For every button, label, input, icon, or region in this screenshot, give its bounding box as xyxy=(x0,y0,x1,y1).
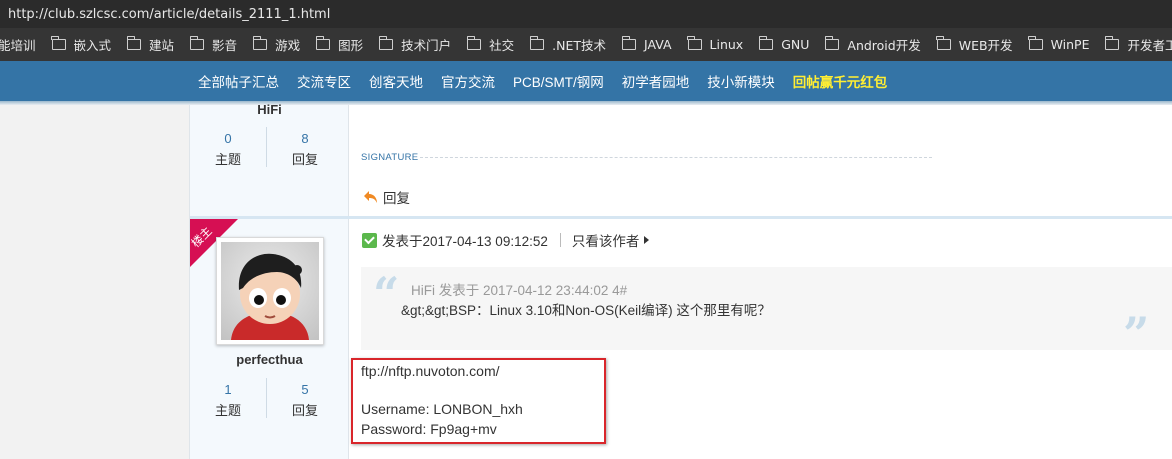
folder-icon xyxy=(1105,36,1120,50)
folder-icon xyxy=(51,36,66,50)
bookmark-label: 图形 xyxy=(338,38,364,53)
folder-icon xyxy=(936,36,951,50)
url-text[interactable]: http://club.szlcsc.com/article/details_2… xyxy=(8,7,330,22)
bookmark-label: 社交 xyxy=(489,38,515,53)
site-nav: 全部帖子汇总 交流专区 创客天地 官方交流 PCB/SMT/钢网 初学者园地 技小新模块 回帖… xyxy=(0,61,1172,101)
prev-replies-count: 8 xyxy=(301,131,309,146)
avatar[interactable] xyxy=(216,237,324,345)
bookmark-item[interactable]: Linux xyxy=(687,36,744,52)
reply-arrow-icon xyxy=(364,191,377,203)
quote-meta[interactable]: HiFi 发表于 2017-04-12 23:44:02 4# xyxy=(411,279,627,299)
reply-button[interactable]: 回复 xyxy=(363,187,410,207)
header-divider xyxy=(559,233,561,247)
folder-icon xyxy=(126,36,142,50)
only-author-link[interactable]: 只看该作者 xyxy=(572,230,640,250)
bookmark-item[interactable]: GNU xyxy=(758,36,810,52)
post-status-icon xyxy=(362,232,377,248)
quote-close-icon: ” xyxy=(1123,307,1150,361)
folder-icon xyxy=(466,36,482,50)
nav-item[interactable]: 回帖赢千元红包 xyxy=(793,71,888,91)
bookmark-label: Linux xyxy=(709,37,744,52)
bookmark-label: WinPE xyxy=(1050,37,1090,52)
quote-block: “ HiFi 发表于 2017-04-12 23:44:02 4# &gt;&g… xyxy=(361,267,1172,357)
bookmark-label: 影音 xyxy=(212,38,238,53)
prev-topics-label: 主题 xyxy=(214,152,241,167)
bookmark-item[interactable]: WEB开发 xyxy=(936,35,1013,54)
bookmark-label: Android开发 xyxy=(847,38,921,53)
folder-icon xyxy=(621,36,636,50)
nav-item[interactable]: 初学者园地 xyxy=(622,71,690,91)
post-separator xyxy=(190,216,1172,219)
bookmark-label: GNU xyxy=(781,37,810,52)
prev-author-name[interactable]: HiFi xyxy=(190,102,349,117)
bookmark-item[interactable]: 建站 xyxy=(126,35,175,54)
bookmark-label: 开发者工具 xyxy=(1127,38,1172,53)
bookmark-item[interactable]: 技术门户 xyxy=(378,35,452,54)
prev-topics-stat[interactable]: 0 主题 xyxy=(190,131,266,168)
bookmark-label: .NET技术 xyxy=(552,38,606,53)
post-header: 发表于2017-04-13 09:12:52 只看该作者 xyxy=(362,230,650,250)
author-name[interactable]: perfecthua xyxy=(190,352,349,367)
bookmark-item[interactable]: WinPE xyxy=(1028,36,1090,52)
nav-item[interactable]: 技小新模块 xyxy=(707,71,775,91)
highlight-annotation xyxy=(351,358,606,444)
bookmark-label: WEB开发 xyxy=(958,38,1013,53)
bookmark-label: 技术门户 xyxy=(401,38,452,53)
address-bar[interactable]: http://club.szlcsc.com/article/details_2… xyxy=(0,0,1172,28)
replies-stat[interactable]: 5 回复 xyxy=(267,382,343,419)
folder-icon xyxy=(824,36,840,50)
bookmark-label: 建站 xyxy=(149,38,175,53)
nav-item[interactable]: 官方交流 xyxy=(441,71,495,91)
bookmark-item[interactable]: 游戏 xyxy=(252,35,301,54)
replies-label: 回复 xyxy=(291,403,318,418)
signature-divider xyxy=(420,157,932,158)
bookmark-label: 嵌入式 xyxy=(73,38,112,53)
bookmark-item[interactable]: Android开发 xyxy=(824,35,921,54)
bookmark-item[interactable]: 社交 xyxy=(466,35,515,54)
bookmark-item[interactable]: 能培训 xyxy=(0,35,36,54)
folder-icon xyxy=(252,36,268,50)
bookmark-item[interactable]: 影音 xyxy=(189,35,238,54)
folder-icon xyxy=(315,36,331,50)
reply-label: 回复 xyxy=(383,191,410,206)
bookmark-item[interactable]: 开发者工具 xyxy=(1105,35,1172,54)
bookmark-label: JAVA xyxy=(643,37,672,52)
folder-icon xyxy=(1028,36,1043,50)
folder-icon xyxy=(378,36,394,50)
triangle-right-icon xyxy=(644,236,650,244)
folder-icon xyxy=(758,36,774,50)
nav-item[interactable]: 创客天地 xyxy=(369,71,423,91)
folder-icon xyxy=(189,36,205,50)
signature-label: SIGNATURE xyxy=(361,152,419,163)
bookmark-item[interactable]: JAVA xyxy=(621,36,672,52)
quote-text: &gt;&gt;BSP：Linux 3.10和Non-OS(Keil编译) 这个… xyxy=(401,303,771,318)
topics-label: 主题 xyxy=(214,403,241,418)
left-gutter xyxy=(0,105,190,459)
topics-stat[interactable]: 1 主题 xyxy=(190,382,266,419)
post-timestamp: 发表于2017-04-13 09:12:52 xyxy=(382,234,548,249)
bookmark-item[interactable]: 嵌入式 xyxy=(51,35,112,54)
prev-topics-count: 0 xyxy=(224,131,232,146)
nav-item[interactable]: PCB/SMT/钢网 xyxy=(513,71,604,91)
quote-open-icon: “ xyxy=(373,267,400,321)
replies-count: 5 xyxy=(301,382,309,397)
bookmark-label: 游戏 xyxy=(275,38,301,53)
bookmark-item[interactable]: .NET技术 xyxy=(529,35,606,54)
avatar-image xyxy=(231,253,309,340)
nav-item[interactable]: 交流专区 xyxy=(297,71,351,91)
prev-replies-stat[interactable]: 8 回复 xyxy=(267,131,343,168)
bookmark-item[interactable]: 图形 xyxy=(315,35,364,54)
topics-count: 1 xyxy=(224,382,232,397)
bookmarks-bar: 能培训 嵌入式 建站 影音 游戏 图形 技术门户 社交 .NET技术 JAVA Linux GNU An… xyxy=(0,28,1172,61)
folder-icon xyxy=(687,36,702,50)
folder-icon xyxy=(529,36,545,50)
prev-replies-label: 回复 xyxy=(291,152,318,167)
bookmark-label: 能培训 xyxy=(0,38,36,53)
nav-item[interactable]: 全部帖子汇总 xyxy=(198,71,279,91)
